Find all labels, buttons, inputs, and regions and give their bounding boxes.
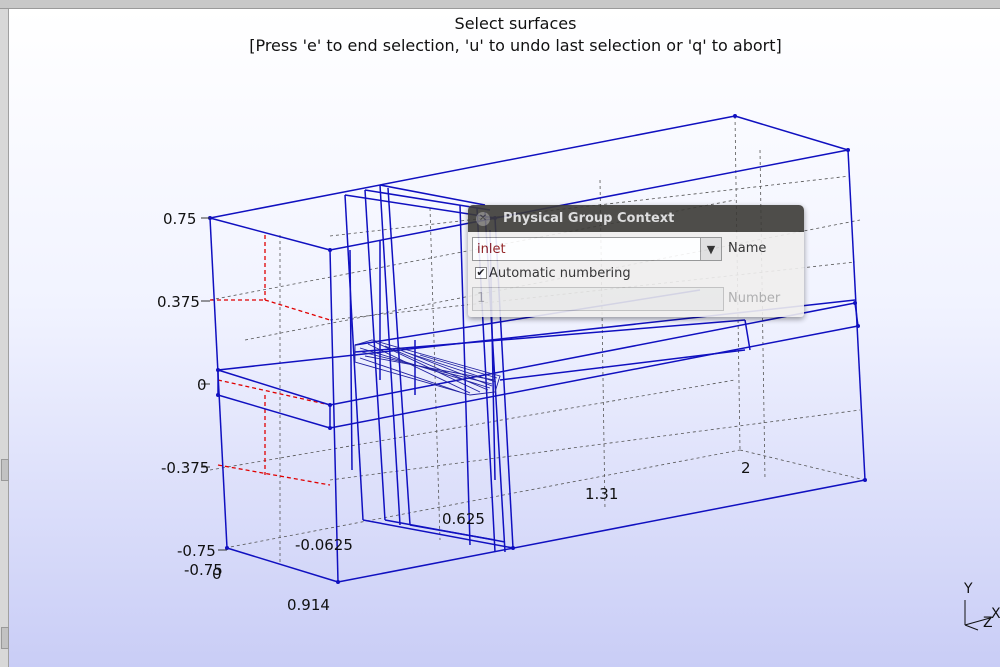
triad-x-label: X: [991, 606, 1000, 622]
number-label: Number: [728, 291, 781, 306]
y-tick-label: -0.375: [161, 459, 210, 477]
dialog-titlebar[interactable]: ✕ Physical Group Context: [468, 205, 804, 232]
y-tick-label: 0.375: [157, 293, 200, 311]
name-input[interactable]: [473, 238, 709, 260]
auto-numbering-label[interactable]: Automatic numbering: [489, 266, 631, 281]
z-tick-label: 0: [212, 565, 222, 583]
y-tick-label: 0.75: [163, 210, 197, 228]
dialog-title: Physical Group Context: [503, 211, 675, 226]
window-top-bar: [0, 0, 1000, 9]
y-tick-label: 0: [197, 376, 207, 394]
number-field: 1: [472, 287, 724, 311]
name-label: Name: [728, 241, 767, 256]
model-vertices: [208, 114, 867, 584]
y-tick-label: -0.75: [177, 542, 216, 560]
left-scroll-strip[interactable]: [0, 9, 9, 667]
selection-prompt-help: [Press 'e' to end selection, 'u' to undo…: [249, 36, 782, 55]
close-icon[interactable]: ✕: [476, 211, 490, 226]
triad-y-label: Y: [964, 581, 973, 597]
x-tick-label: -0.0625: [295, 536, 353, 554]
scroll-marker: [1, 459, 9, 481]
selection-prompt-title: Select surfaces: [454, 14, 577, 33]
name-combobox[interactable]: ▼: [472, 237, 722, 261]
x-tick-label: 0.625: [442, 510, 485, 528]
scroll-thumb[interactable]: [1, 627, 9, 649]
checkmark-icon: ✔: [476, 266, 486, 279]
chevron-down-icon[interactable]: ▼: [700, 238, 721, 260]
geometry-wireframe[interactable]: [9, 9, 1000, 667]
dashed-grid: [209, 115, 866, 565]
x-tick-label: 2: [741, 459, 751, 477]
auto-numbering-checkbox[interactable]: ✔: [475, 267, 487, 279]
x-tick-label: 1.31: [585, 485, 619, 503]
origin-label: 0.914: [287, 596, 330, 614]
physical-group-dialog[interactable]: ✕ Physical Group Context ▼ Name ✔ Automa…: [468, 205, 804, 317]
graphics-viewport[interactable]: Select surfaces [Press 'e' to end select…: [9, 9, 1000, 667]
